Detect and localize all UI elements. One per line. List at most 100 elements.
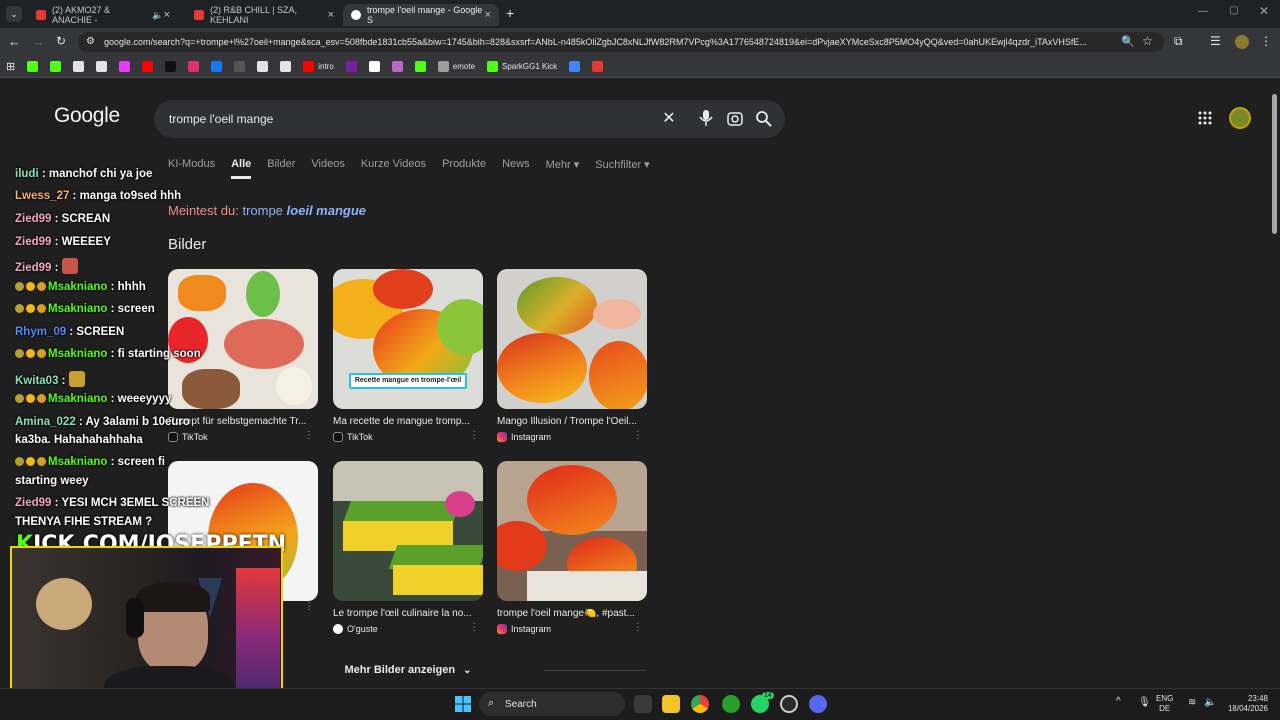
bookmark-item[interactable]: emote: [437, 61, 475, 72]
chat-username[interactable]: Zied99: [15, 213, 51, 225]
chat-username[interactable]: iludi: [15, 168, 39, 180]
bookmark-item[interactable]: intro: [303, 61, 334, 72]
account-avatar[interactable]: [1229, 107, 1251, 129]
image-source[interactable]: TikTok: [333, 432, 483, 442]
image-source[interactable]: TikTok: [168, 432, 318, 442]
taskbar-search[interactable]: ⌕ Search: [479, 692, 625, 716]
tab-alle[interactable]: Alle: [231, 158, 252, 179]
volume-icon[interactable]: 🔈: [1204, 697, 1216, 708]
bookmark-item[interactable]: [569, 61, 581, 72]
bookmark-item[interactable]: [211, 61, 223, 72]
more-options-icon[interactable]: ⋮: [633, 430, 643, 441]
bookmark-item[interactable]: [414, 61, 426, 72]
did-you-mean-correction[interactable]: loeil mangue: [287, 203, 366, 218]
tab-mehr[interactable]: Mehr ▾: [546, 158, 580, 179]
image-thumbnail[interactable]: [497, 461, 647, 601]
did-you-mean-plain[interactable]: trompe: [242, 203, 282, 218]
bookmark-item[interactable]: [142, 61, 154, 72]
image-source[interactable]: Instagram: [497, 432, 647, 442]
bookmark-item[interactable]: [257, 61, 269, 72]
more-options-icon[interactable]: ⋮: [304, 601, 314, 612]
close-tab-icon[interactable]: ×: [485, 9, 491, 21]
minimize-icon[interactable]: —: [1198, 6, 1208, 17]
chat-username[interactable]: Msakniano: [48, 303, 107, 315]
apps-grid-icon[interactable]: ⊞: [6, 60, 15, 73]
google-apps-icon[interactable]: [1198, 111, 1212, 125]
obs-icon[interactable]: [780, 695, 798, 713]
microphone-icon[interactable]: 🎙: [1138, 697, 1151, 708]
chat-username[interactable]: Rhym_09: [15, 326, 66, 338]
chat-username[interactable]: Msakniano: [48, 456, 107, 468]
back-icon[interactable]: ←: [8, 34, 21, 49]
image-thumbnail[interactable]: [168, 269, 318, 409]
bookmark-item[interactable]: SparkGG1 Kick: [487, 61, 557, 72]
image-source[interactable]: Instagram: [497, 624, 647, 634]
bookmark-item[interactable]: [96, 61, 108, 72]
language-indicator[interactable]: ENG DE: [1156, 694, 1173, 714]
more-images-button[interactable]: Mehr Bilder anzeigen ⌄: [272, 656, 544, 684]
tab-kurze-videos[interactable]: Kurze Videos: [361, 158, 426, 179]
reading-list-icon[interactable]: ☰: [1210, 34, 1221, 48]
chat-username[interactable]: Zied99: [15, 497, 51, 509]
close-tab-icon[interactable]: ×: [164, 9, 170, 21]
wifi-icon[interactable]: ≋: [1188, 697, 1196, 708]
tab-videos[interactable]: Videos: [311, 158, 344, 179]
chat-username[interactable]: Kwita03: [15, 375, 58, 387]
bookmark-item[interactable]: [592, 61, 604, 72]
chat-username[interactable]: Lwess_27: [15, 190, 69, 202]
site-info-icon[interactable]: ⚙: [86, 36, 95, 47]
bookmark-item[interactable]: [119, 61, 131, 72]
more-options-icon[interactable]: ⋮: [304, 430, 314, 441]
clock[interactable]: 23:48 18/04/2026: [1224, 694, 1268, 714]
browser-tab-2[interactable]: (2) R&B CHILL | SZA, KEHLANI ×: [186, 4, 342, 26]
reload-icon[interactable]: ↻: [56, 34, 66, 48]
bookmark-item[interactable]: [73, 61, 85, 72]
chat-username[interactable]: Msakniano: [48, 348, 107, 360]
scrollbar-thumb[interactable]: [1272, 94, 1277, 234]
maximize-icon[interactable]: ▢: [1229, 5, 1238, 16]
tray-overflow-icon[interactable]: ^: [1116, 696, 1121, 707]
close-window-icon[interactable]: ✕: [1259, 4, 1269, 18]
more-options-icon[interactable]: ⋮: [633, 622, 643, 633]
image-card[interactable]: Le trompe l'œil culinaire la no... O'gus…: [333, 461, 483, 634]
start-button-icon[interactable]: [455, 696, 471, 712]
chat-username[interactable]: Zied99: [15, 262, 51, 274]
chat-username[interactable]: Msakniano: [48, 281, 107, 293]
chat-username[interactable]: Zied99: [15, 236, 51, 248]
image-title[interactable]: Le trompe l'œil culinaire la no...: [333, 608, 475, 619]
tab-search-icon[interactable]: ⌄: [6, 6, 22, 22]
more-options-icon[interactable]: ⋮: [469, 622, 479, 633]
chat-username[interactable]: Amina_022: [15, 416, 76, 428]
chat-username[interactable]: Msakniano: [48, 393, 107, 405]
address-bar[interactable]: ⚙ google.com/search?q=+trompe+l%27oeil+m…: [78, 32, 1164, 52]
tab-bilder[interactable]: Bilder: [267, 158, 295, 179]
discord-icon[interactable]: [809, 695, 827, 713]
tab-news[interactable]: News: [502, 158, 530, 179]
menu-icon[interactable]: ⋮: [1260, 34, 1272, 48]
voice-search-icon[interactable]: [697, 108, 715, 128]
tab-suchfilter[interactable]: Suchfilter ▾: [595, 158, 649, 179]
image-card[interactable]: Mango Illusion / Trompe l'Oeil... Instag…: [497, 269, 647, 442]
more-options-icon[interactable]: ⋮: [469, 430, 479, 441]
bookmark-star-icon[interactable]: ☆: [1142, 34, 1153, 48]
forward-icon[interactable]: →: [32, 34, 45, 49]
image-title[interactable]: Ma recette de mangue tromp...: [333, 416, 475, 427]
xbox-icon[interactable]: [722, 695, 740, 713]
bookmark-item[interactable]: [280, 61, 292, 72]
image-thumbnail[interactable]: [333, 461, 483, 601]
bookmark-item[interactable]: [50, 61, 62, 72]
new-tab-button[interactable]: +: [506, 5, 514, 21]
bookmark-item[interactable]: [234, 61, 246, 72]
image-card[interactable]: Recette mangue en trompe-l'œil Ma recett…: [333, 269, 483, 442]
image-thumbnail[interactable]: Recette mangue en trompe-l'œil: [333, 269, 483, 409]
image-title[interactable]: trompe l'oeil mange🍋, #past...: [497, 608, 639, 619]
browser-tab-3[interactable]: trompe l'oeil mange - Google S ×: [343, 4, 499, 26]
profile-avatar[interactable]: [1235, 35, 1249, 49]
image-title[interactable]: Mango Illusion / Trompe l'Oeil...: [497, 416, 639, 427]
bookmark-item[interactable]: [345, 61, 357, 72]
bookmark-item[interactable]: [391, 61, 403, 72]
search-submit-icon[interactable]: [755, 110, 773, 128]
tab-produkte[interactable]: Produkte: [442, 158, 486, 179]
image-source[interactable]: O'guste: [333, 624, 483, 634]
zoom-icon[interactable]: 🔍: [1121, 35, 1135, 48]
